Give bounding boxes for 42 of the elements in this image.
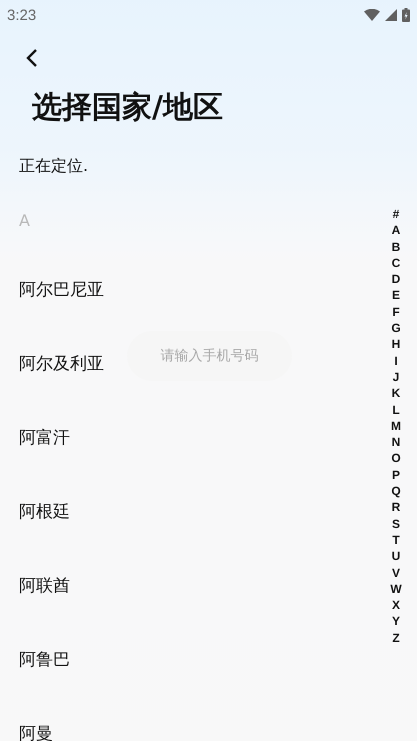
index-letter[interactable]: N	[392, 434, 400, 450]
section-header: A	[19, 211, 30, 231]
index-letter[interactable]: #	[392, 206, 400, 222]
index-letter[interactable]: B	[392, 238, 400, 255]
country-item[interactable]: 阿鲁巴	[0, 622, 89, 696]
index-letter[interactable]: I	[394, 352, 398, 369]
index-letter[interactable]: Z	[392, 630, 400, 646]
index-letter[interactable]: O	[391, 450, 401, 467]
index-letter[interactable]: X	[392, 597, 400, 614]
wifi-icon	[364, 9, 380, 21]
index-letter[interactable]: J	[392, 368, 400, 386]
index-letter[interactable]: G	[391, 320, 401, 336]
location-status: 正在定位.	[19, 155, 88, 177]
country-item[interactable]: 阿尔巴尼亚	[0, 252, 123, 326]
index-letter[interactable]: K	[392, 385, 400, 402]
country-item[interactable]: 阿联酋	[0, 548, 89, 622]
index-letter[interactable]: S	[392, 516, 400, 532]
index-letter[interactable]: E	[392, 287, 400, 304]
index-letter[interactable]: H	[392, 336, 400, 353]
index-letter[interactable]: P	[392, 466, 400, 484]
index-letter[interactable]: Y	[392, 613, 400, 630]
back-icon	[25, 48, 39, 68]
index-letter[interactable]: R	[392, 499, 400, 516]
country-item[interactable]: 阿尔及利亚	[0, 326, 123, 400]
country-item[interactable]: 阿根廷	[0, 474, 89, 548]
signal-icon	[385, 9, 397, 21]
index-letter[interactable]: A	[392, 222, 400, 239]
country-item[interactable]: 阿富汗	[0, 400, 89, 474]
index-letter[interactable]: Q	[391, 483, 401, 500]
page-title: 选择国家/地区	[32, 89, 223, 127]
battery-icon	[402, 8, 410, 22]
country-item[interactable]: 阿曼	[0, 696, 72, 741]
index-letter[interactable]: C	[392, 254, 400, 272]
index-letter[interactable]: F	[392, 304, 400, 320]
index-letter[interactable]: U	[392, 548, 400, 565]
status-time: 3:23	[7, 6, 36, 24]
index-letter[interactable]: W	[390, 580, 402, 598]
index-letter[interactable]: T	[392, 532, 400, 548]
index-letter[interactable]: V	[392, 564, 400, 581]
index-letter[interactable]: L	[392, 402, 400, 418]
index-letter[interactable]: D	[392, 271, 400, 288]
index-letter[interactable]: M	[391, 418, 401, 434]
